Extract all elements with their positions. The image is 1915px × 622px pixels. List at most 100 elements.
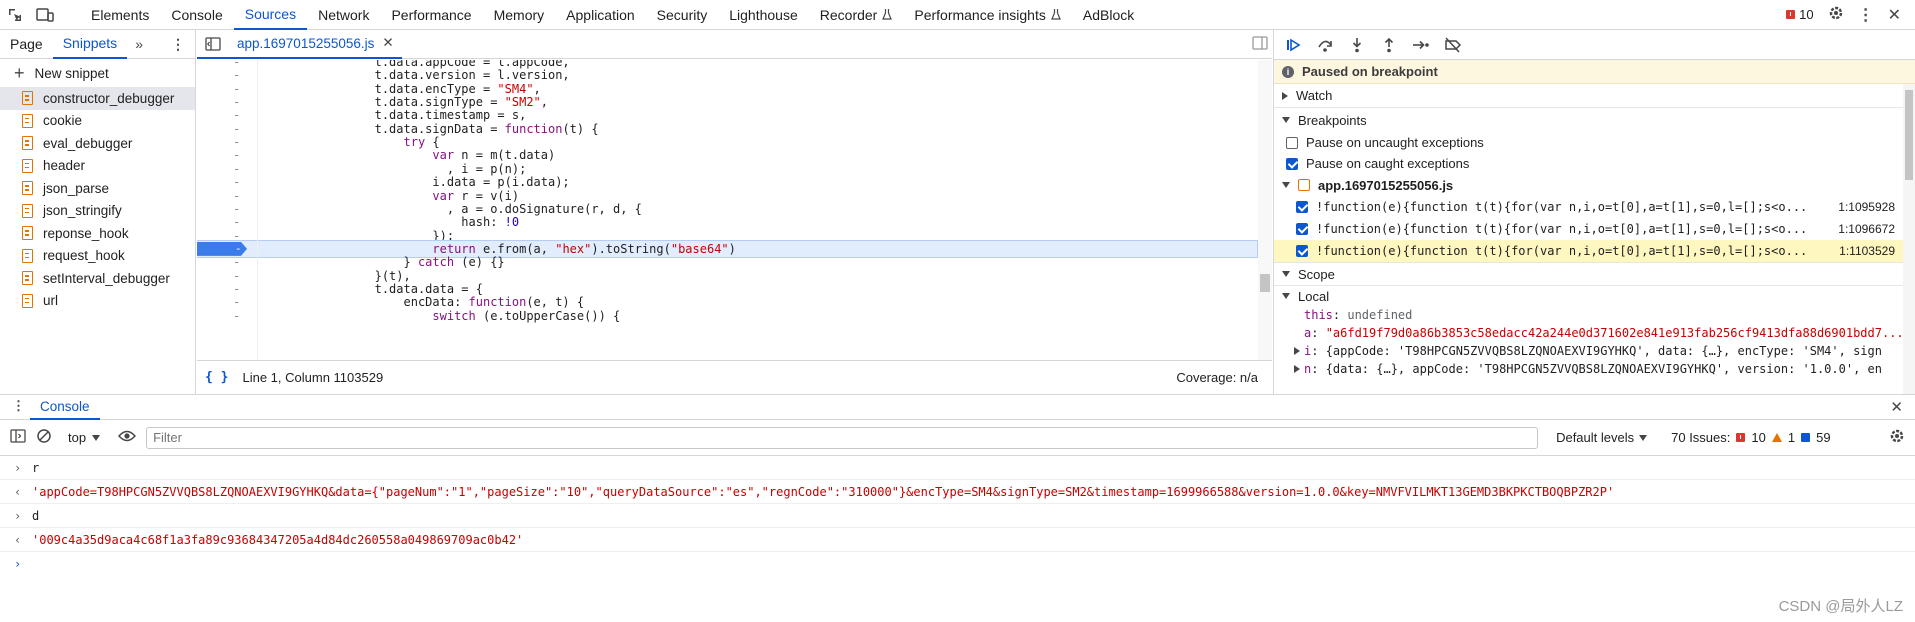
tab-security[interactable]: Security bbox=[646, 0, 719, 30]
snippet-item[interactable]: reponse_hook bbox=[0, 222, 195, 245]
editor-scroll-thumb[interactable] bbox=[1260, 274, 1270, 292]
context-selector[interactable]: top bbox=[68, 430, 101, 445]
breakpoint-item[interactable]: !function(e){function t(t){for(var n,i,o… bbox=[1274, 240, 1915, 262]
console-result-entry[interactable]: ‹ '009c4a35d9aca4c68f1a3fa89c93684347205a… bbox=[0, 528, 1915, 552]
tab-console[interactable]: Console bbox=[160, 0, 233, 30]
breakpoint-item[interactable]: !function(e){function t(t){for(var n,i,o… bbox=[1274, 218, 1915, 240]
snippet-file-icon bbox=[22, 136, 33, 151]
close-tab-icon[interactable]: ✕ bbox=[382, 35, 393, 51]
console-text: r bbox=[32, 460, 40, 475]
local-scope-header[interactable]: Local bbox=[1274, 286, 1915, 306]
tab-snippets[interactable]: Snippets bbox=[52, 30, 128, 59]
close-drawer-icon[interactable]: ✕ bbox=[1890, 398, 1915, 416]
snippet-item[interactable]: eval_debugger bbox=[0, 132, 195, 155]
snippet-item[interactable]: cookie bbox=[0, 110, 195, 133]
scope-variable[interactable]: i: {appCode: 'T98HPCGN5ZVVQBS8LZQNOAEXVI… bbox=[1274, 342, 1915, 360]
snippet-label: request_hook bbox=[43, 248, 125, 264]
live-expression-eye-icon[interactable] bbox=[118, 429, 137, 446]
clear-console-icon[interactable] bbox=[36, 428, 52, 447]
scope-label: Scope bbox=[1298, 266, 1335, 282]
snippet-item[interactable]: url bbox=[0, 290, 195, 313]
sidebar-toggle-icon[interactable] bbox=[10, 429, 26, 446]
scope-variable[interactable]: n: {data: {…}, appCode: 'T98HPCGN5ZVVQBS… bbox=[1274, 360, 1915, 378]
console-result-entry[interactable]: ‹ 'appCode=T98HPCGN5ZVVQBS8LZQNOAEXVI9GYH… bbox=[0, 480, 1915, 504]
tab-performance[interactable]: Performance bbox=[380, 0, 482, 30]
issues-badge[interactable]: 10 bbox=[1786, 7, 1814, 22]
tab-performance-insights[interactable]: Performance insights bbox=[903, 0, 1072, 30]
console-filter-input[interactable] bbox=[146, 426, 1539, 449]
breakpoints-section[interactable]: Breakpoints bbox=[1274, 108, 1915, 132]
tab-elements[interactable]: Elements bbox=[80, 0, 160, 30]
console-prompt[interactable]: › bbox=[0, 552, 1915, 576]
close-devtools-icon[interactable]: ✕ bbox=[1888, 5, 1901, 25]
expand-icon bbox=[1282, 91, 1288, 100]
tab-adblock[interactable]: AdBlock bbox=[1072, 0, 1145, 30]
tab-page[interactable]: Page bbox=[0, 30, 53, 59]
tab-lighthouse[interactable]: Lighthouse bbox=[718, 0, 809, 30]
step-out-icon[interactable] bbox=[1378, 34, 1400, 56]
step-into-icon[interactable] bbox=[1346, 34, 1368, 56]
scope-variable[interactable]: this: undefined bbox=[1274, 306, 1915, 324]
breakpoint-file-group[interactable]: app.1697015255056.js bbox=[1274, 174, 1915, 196]
snippet-item[interactable]: request_hook bbox=[0, 245, 195, 268]
checked-box-icon[interactable] bbox=[1296, 223, 1308, 235]
device-toolbar-icon[interactable] bbox=[30, 0, 60, 30]
tab-sources[interactable]: Sources bbox=[233, 0, 308, 30]
devtools-tab-bar: Elements Console Sources Network Performance… bbox=[0, 0, 1915, 30]
more-options-icon[interactable]: ⋮ bbox=[1858, 5, 1874, 25]
tab-label: Recorder bbox=[819, 6, 878, 23]
editor-scrollbar[interactable] bbox=[1258, 60, 1272, 360]
tab-recorder[interactable]: Recorder bbox=[809, 0, 904, 30]
snippet-item[interactable]: json_stringify bbox=[0, 200, 195, 223]
new-snippet-button[interactable]: + New snippet bbox=[0, 59, 195, 87]
console-settings-icon[interactable] bbox=[1889, 428, 1915, 447]
console-text: d bbox=[32, 508, 40, 523]
step-icon[interactable] bbox=[1410, 34, 1432, 56]
more-tabs-icon[interactable]: » bbox=[127, 36, 151, 52]
console-output[interactable]: › r ‹'appCode=T98HPCGN5ZVVQBS8LZQNOAEXVI9G… bbox=[0, 456, 1915, 622]
checked-box-icon[interactable] bbox=[1296, 201, 1308, 213]
toggle-debugger-icon[interactable] bbox=[1252, 35, 1268, 53]
debugger-scrollbar[interactable] bbox=[1903, 84, 1915, 394]
scope-variable[interactable]: a: "a6fd19f79d0a86b3853c58edacc42a244e0d… bbox=[1274, 324, 1915, 342]
pause-caught-checkbox[interactable]: Pause on caught exceptions bbox=[1274, 153, 1915, 174]
breakpoint-list: !function(e){function t(t){for(var n,i,o… bbox=[1274, 196, 1915, 262]
settings-icon[interactable] bbox=[1828, 5, 1844, 24]
step-over-icon[interactable] bbox=[1314, 34, 1336, 56]
pause-uncaught-checkbox[interactable]: Pause on uncaught exceptions bbox=[1274, 132, 1915, 153]
navigator-tabs: Page Snippets » ⋮ bbox=[0, 30, 195, 59]
scope-section[interactable]: Scope bbox=[1274, 262, 1915, 286]
line-gutter[interactable]: - bbox=[233, 308, 243, 325]
tab-network[interactable]: Network bbox=[307, 0, 380, 30]
editor-file-tab[interactable]: app.1697015255056.js ✕ bbox=[197, 29, 402, 59]
tab-console-drawer[interactable]: Console bbox=[30, 394, 100, 420]
tab-application[interactable]: Application bbox=[555, 0, 646, 30]
log-levels-dropdown[interactable]: Default levels bbox=[1556, 430, 1648, 445]
tab-memory[interactable]: Memory bbox=[483, 0, 556, 30]
inspect-element-icon[interactable] bbox=[0, 0, 30, 30]
code-editor-pane: app.1697015255056.js ✕ - t.data.appCode … bbox=[197, 29, 1272, 394]
unchecked-box-icon bbox=[1286, 136, 1298, 149]
code-text: switch (e.toUpperCase()) { bbox=[432, 308, 621, 323]
snippet-label: cookie bbox=[43, 113, 83, 129]
checked-box-icon[interactable] bbox=[1296, 245, 1308, 257]
pretty-print-icon[interactable]: { } bbox=[205, 370, 228, 385]
deactivate-breakpoints-icon[interactable] bbox=[1442, 34, 1464, 56]
snippet-item[interactable]: constructor_debugger bbox=[0, 87, 195, 110]
drawer-menu-icon[interactable]: ⋮ bbox=[12, 398, 25, 414]
snippet-item[interactable]: json_parse bbox=[0, 177, 195, 200]
code-line[interactable]: - switch (e.toUpperCase()) { bbox=[197, 308, 1257, 325]
debugger-scroll-thumb[interactable] bbox=[1905, 90, 1913, 180]
breakpoint-item[interactable]: !function(e){function t(t){for(var n,i,o… bbox=[1274, 196, 1915, 218]
console-input-entry[interactable]: › r bbox=[0, 456, 1915, 480]
snippet-label: constructor_debugger bbox=[43, 90, 175, 106]
resume-icon[interactable] bbox=[1282, 34, 1304, 56]
navigator-menu-icon[interactable]: ⋮ bbox=[171, 36, 195, 53]
console-input-entry[interactable]: › d bbox=[0, 504, 1915, 528]
watch-section[interactable]: Watch bbox=[1274, 84, 1915, 108]
code-area[interactable]: - t.data.appCode = l.appCode, - t.data.ve… bbox=[197, 60, 1272, 360]
console-issues-summary[interactable]: 70 Issues: 10 1 59 bbox=[1671, 430, 1830, 445]
snippet-item[interactable]: setInterval_debugger bbox=[0, 267, 195, 290]
toggle-navigator-icon[interactable] bbox=[205, 37, 221, 54]
snippet-item[interactable]: header bbox=[0, 155, 195, 178]
